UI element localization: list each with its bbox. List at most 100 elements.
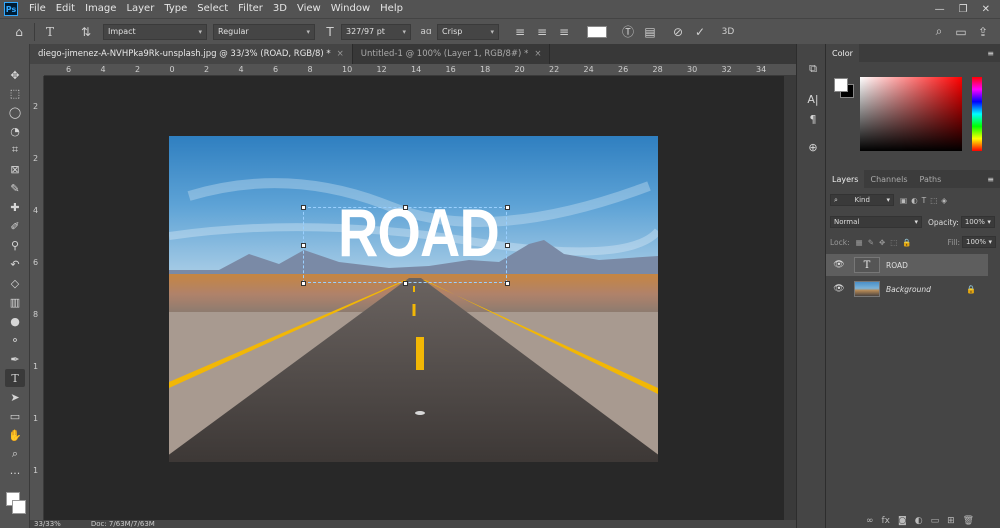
visibility-eye-icon[interactable]: 👁 xyxy=(830,260,848,270)
layer-row-background[interactable]: 👁 Background 🔒 xyxy=(826,278,988,300)
align-center-icon[interactable]: ≡ xyxy=(531,21,553,43)
zoom-level[interactable]: 33/33% xyxy=(34,520,61,528)
cancel-icon[interactable]: ⊘ xyxy=(667,21,689,43)
history-brush-tool-icon[interactable]: ↶ xyxy=(5,255,25,273)
adjustment-layer-icon[interactable]: ◐ xyxy=(915,516,923,526)
tab-channels[interactable]: Channels xyxy=(864,170,913,188)
transform-handle[interactable] xyxy=(505,205,510,210)
antialias-select[interactable]: Crisp ▾ xyxy=(437,23,499,40)
tab-layers[interactable]: Layers xyxy=(826,170,865,188)
menu-image[interactable]: Image xyxy=(80,0,121,18)
glyphs-panel-icon[interactable]: ⊕ xyxy=(805,140,821,154)
panel-menu-icon[interactable]: ≡ xyxy=(987,49,1000,58)
tab-paths[interactable]: Paths xyxy=(914,170,948,188)
hue-slider[interactable] xyxy=(972,77,982,151)
workspace-icon[interactable]: ▭ xyxy=(950,21,972,43)
type-tool-preset-icon[interactable]: T xyxy=(39,21,61,43)
tab-document-road[interactable]: diego-jimenez-A-NVHPka9Rk-unsplash.jpg @… xyxy=(30,44,353,64)
menu-select[interactable]: Select xyxy=(192,0,233,18)
hand-tool-icon[interactable]: ✋ xyxy=(5,426,25,444)
menu-help[interactable]: Help xyxy=(375,0,408,18)
pen-tool-icon[interactable]: ✒ xyxy=(5,350,25,368)
commit-icon[interactable]: ✓ xyxy=(689,21,711,43)
blend-mode-select[interactable]: Normal ▾ xyxy=(830,216,922,228)
panel-menu-icon[interactable]: ≡ xyxy=(987,175,1000,184)
move-tool-icon[interactable]: ✥ xyxy=(5,66,25,84)
maximize-icon[interactable]: ❐ xyxy=(959,4,968,15)
rectangle-tool-icon[interactable]: ▭ xyxy=(5,407,25,425)
healing-brush-tool-icon[interactable]: ✚ xyxy=(5,198,25,216)
dodge-tool-icon[interactable]: ⚬ xyxy=(5,331,25,349)
more-tools-icon[interactable]: ··· xyxy=(5,464,25,482)
history-panel-icon[interactable]: ⧉ xyxy=(805,62,821,76)
align-left-icon[interactable]: ≡ xyxy=(509,21,531,43)
lasso-tool-icon[interactable]: ◯ xyxy=(5,103,25,121)
transform-handle[interactable] xyxy=(505,281,510,286)
horizontal-ruler[interactable]: 6 4 2 0 2 4 6 8 10 12 14 16 18 20 22 24 26 28 30 32 34 xyxy=(44,64,796,76)
add-mask-icon[interactable]: ◙ xyxy=(898,516,907,526)
vertical-scrollbar[interactable] xyxy=(784,76,796,522)
menu-file[interactable]: File xyxy=(24,0,51,18)
type-tool-icon[interactable]: T xyxy=(5,369,25,387)
layer-style-icon[interactable]: fx xyxy=(882,516,891,526)
zoom-tool-icon[interactable]: ⌕ xyxy=(5,445,25,463)
close-icon[interactable]: ✕ xyxy=(982,4,990,15)
text-color-swatch[interactable] xyxy=(587,25,607,38)
brush-tool-icon[interactable]: ✐ xyxy=(5,217,25,235)
menu-3d[interactable]: 3D xyxy=(268,0,292,18)
character-panel-icon[interactable]: ▤ xyxy=(639,21,661,43)
align-right-icon[interactable]: ≡ xyxy=(553,21,575,43)
share-icon[interactable]: ⇪ xyxy=(972,21,994,43)
layer-name[interactable]: ROAD xyxy=(886,261,908,270)
link-layers-icon[interactable]: ∞ xyxy=(866,516,874,526)
search-icon[interactable]: ⌕ xyxy=(928,21,950,43)
filter-icons[interactable]: ▣◐T⬚◈ xyxy=(900,196,951,205)
vertical-ruler[interactable]: 2 2 4 6 8 1 1 1 xyxy=(30,76,44,522)
menu-filter[interactable]: Filter xyxy=(233,0,268,18)
font-style-select[interactable]: Regular ▾ xyxy=(213,23,315,40)
lock-icons[interactable]: ▦✎✥⬚🔒 xyxy=(856,238,917,247)
transform-handle[interactable] xyxy=(505,243,510,248)
text-bounding-box[interactable] xyxy=(301,205,510,286)
eraser-tool-icon[interactable]: ◇ xyxy=(5,274,25,292)
menu-edit[interactable]: Edit xyxy=(51,0,80,18)
tab-color[interactable]: Color xyxy=(826,44,859,62)
menu-type[interactable]: Type xyxy=(159,0,192,18)
transform-handle[interactable] xyxy=(403,205,408,210)
transform-handle[interactable] xyxy=(301,205,306,210)
new-layer-icon[interactable]: ⊞ xyxy=(947,516,955,526)
opacity-input[interactable]: 100% ▾ xyxy=(960,216,995,228)
kind-filter-select[interactable]: ⌕ Kind ▾ xyxy=(830,194,894,206)
tab-document-untitled[interactable]: Untitled-1 @ 100% (Layer 1, RGB/8#) * × xyxy=(353,44,551,64)
close-tab-icon[interactable]: × xyxy=(337,49,344,59)
layer-name[interactable]: Background xyxy=(886,285,931,294)
blur-tool-icon[interactable]: ● xyxy=(5,312,25,330)
home-icon[interactable]: ⌂ xyxy=(8,21,30,43)
menu-layer[interactable]: Layer xyxy=(121,0,159,18)
new-group-icon[interactable]: ▭ xyxy=(931,516,940,526)
paragraph-panel-icon[interactable]: ¶ xyxy=(805,112,821,126)
foreground-color-chip[interactable] xyxy=(834,78,848,92)
quick-select-tool-icon[interactable]: ◔ xyxy=(5,122,25,140)
lock-icon[interactable]: 🔒 xyxy=(966,285,976,294)
crop-tool-icon[interactable]: ⌗ xyxy=(5,141,25,159)
clone-stamp-tool-icon[interactable]: ⚲ xyxy=(5,236,25,254)
transform-handle[interactable] xyxy=(403,281,408,286)
gradient-tool-icon[interactable]: ▥ xyxy=(5,293,25,311)
eyedropper-tool-icon[interactable]: ✎ xyxy=(5,179,25,197)
marquee-tool-icon[interactable]: ⬚ xyxy=(5,84,25,102)
menu-window[interactable]: Window xyxy=(326,0,375,18)
layer-row-road[interactable]: 👁 T ROAD xyxy=(826,254,988,276)
visibility-eye-icon[interactable]: 👁 xyxy=(830,284,848,294)
delete-layer-icon[interactable]: 🗑 xyxy=(963,516,974,526)
frame-tool-icon[interactable]: ⊠ xyxy=(5,160,25,178)
type-orientation-icon[interactable]: ⇅ xyxy=(75,21,97,43)
font-size-select[interactable]: 327/97 pt ▾ xyxy=(341,23,411,40)
fill-input[interactable]: 100% ▾ xyxy=(962,236,996,248)
3d-button[interactable]: 3D xyxy=(717,21,739,43)
close-tab-icon[interactable]: × xyxy=(534,49,541,59)
color-picker-field[interactable] xyxy=(860,77,962,151)
path-selection-tool-icon[interactable]: ➤ xyxy=(5,388,25,406)
menu-view[interactable]: View xyxy=(292,0,326,18)
character-panel-icon[interactable]: A| xyxy=(805,92,821,106)
